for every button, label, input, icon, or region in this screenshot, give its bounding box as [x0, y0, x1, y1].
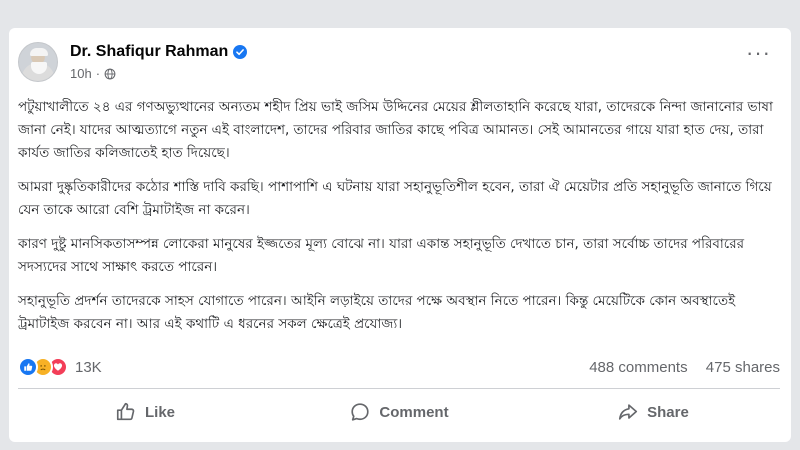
- reactions-summary[interactable]: 13K: [18, 357, 102, 377]
- post-paragraph-2: আমরা দুষ্কৃতিকারীদের কঠোর শাস্তি দাবি কর…: [18, 179, 772, 218]
- comment-label: Comment: [379, 403, 449, 421]
- post-paragraph-4: সহানুভূতি প্রদর্শন তাদেরকে সাহস যোগাতে প…: [18, 293, 736, 332]
- like-reaction-icon: [18, 357, 38, 377]
- post-paragraph-3: কারণ দুষ্টু মানসিকতাসম্পন্ন লোকেরা মানুষ…: [18, 236, 745, 275]
- author-name[interactable]: Dr. Shafiqur Rahman: [70, 43, 228, 61]
- separator-dot: ·: [95, 66, 101, 81]
- action-divider: [18, 388, 780, 389]
- author-row: Dr. Shafiqur Rahman: [70, 43, 248, 61]
- post-time[interactable]: 10h: [70, 66, 92, 81]
- post-stats: 13K 488 comments 475 shares: [18, 352, 780, 382]
- reaction-count: 13K: [75, 358, 102, 376]
- post-meta: Dr. Shafiqur Rahman 10h ·: [70, 43, 248, 81]
- globe-icon[interactable]: [104, 68, 116, 80]
- action-bar: Like Comment Share: [18, 392, 780, 432]
- post-header: Dr. Shafiqur Rahman 10h ·: [18, 38, 248, 86]
- comments-count[interactable]: 488 comments: [589, 359, 687, 376]
- avatar[interactable]: [18, 42, 58, 82]
- shares-count[interactable]: 475 shares: [706, 359, 780, 376]
- post-paragraph-1: পটুয়াখালীতে ২৪ এর গণঅভ্যুত্থানের অন্যতম…: [18, 99, 773, 161]
- thumbs-up-icon: [116, 402, 135, 421]
- post-time-row: 10h ·: [70, 66, 247, 81]
- share-button[interactable]: Share: [526, 392, 780, 432]
- post-card: Dr. Shafiqur Rahman 10h · ··· পটুয়াখালী…: [9, 28, 791, 442]
- share-label: Share: [647, 403, 689, 421]
- speech-bubble-icon: [351, 403, 370, 421]
- comment-button[interactable]: Comment: [272, 392, 526, 432]
- like-label: Like: [144, 403, 175, 421]
- verified-badge-icon: [233, 45, 248, 59]
- engagement-counts: 488 comments 475 shares: [575, 359, 780, 376]
- share-arrow-icon: [619, 404, 638, 420]
- like-button[interactable]: Like: [18, 392, 272, 432]
- post-body: পটুয়াখালীতে ২৪ এর গণঅভ্যুত্থানের অন্যতম…: [18, 96, 780, 347]
- more-options-icon[interactable]: ···: [746, 42, 771, 64]
